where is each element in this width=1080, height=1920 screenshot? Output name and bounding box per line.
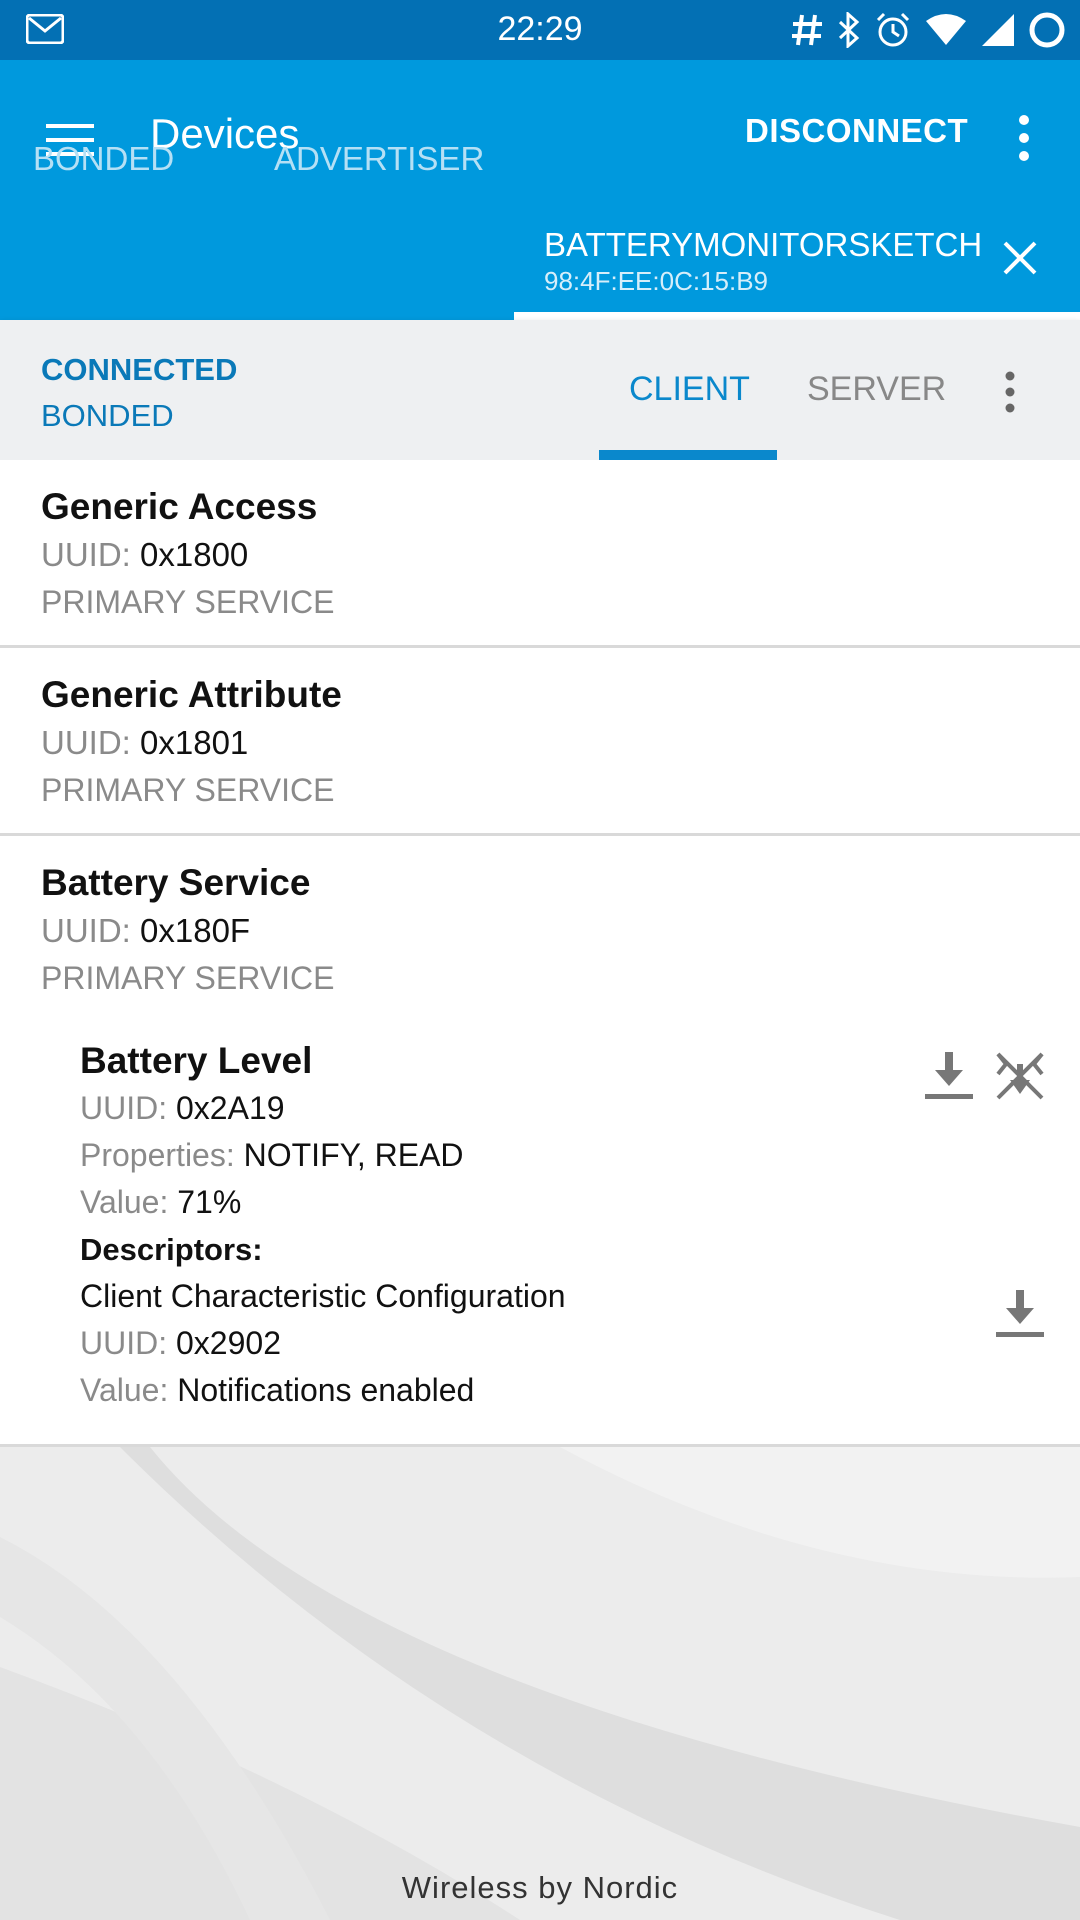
descriptors-heading: Descriptors: bbox=[80, 1232, 263, 1267]
characteristic-uuid: UUID: 0x2A19 bbox=[80, 1090, 285, 1127]
device-address: 98:4F:EE:0C:15:B9 bbox=[544, 266, 769, 296]
uuid-value: 0x1800 bbox=[140, 536, 249, 573]
characteristic-value: Value: 71% bbox=[80, 1184, 241, 1221]
bond-state: BONDED bbox=[41, 398, 174, 433]
descriptor-uuid: UUID: 0x2902 bbox=[80, 1325, 281, 1362]
footer-brand: Wireless by Nordic bbox=[401, 1870, 679, 1905]
wifi-icon bbox=[924, 10, 968, 50]
uuid-value: 0x180F bbox=[140, 912, 251, 949]
bluetooth-icon bbox=[836, 10, 862, 50]
service-type: PRIMARY SERVICE bbox=[41, 960, 335, 996]
more-options-icon[interactable] bbox=[998, 368, 1022, 416]
client-tab-indicator bbox=[599, 450, 777, 460]
service-name: Generic Attribute bbox=[41, 674, 342, 715]
value-text: 71% bbox=[177, 1184, 242, 1220]
tab-client[interactable]: CLIENT bbox=[629, 370, 750, 409]
service-item[interactable]: Generic Attribute UUID: 0x1801 PRIMARY S… bbox=[0, 648, 1080, 836]
uuid-label: UUID: bbox=[80, 1325, 168, 1361]
uuid-label: UUID: bbox=[80, 1090, 168, 1126]
alarm-icon bbox=[874, 10, 912, 50]
uuid-value: 0x2902 bbox=[176, 1325, 281, 1361]
service-item[interactable]: Generic Access UUID: 0x1800 PRIMARY SERV… bbox=[0, 460, 1080, 648]
connection-header: CONNECTED BONDED CLIENT SERVER bbox=[0, 320, 1080, 460]
service-name: Battery Service bbox=[41, 862, 311, 903]
characteristic-properties: Properties: NOTIFY, READ bbox=[80, 1137, 464, 1174]
uuid-label: UUID: bbox=[41, 724, 131, 761]
service-name: Generic Access bbox=[41, 486, 318, 527]
screen: 22:29 Devices DISCONNECT BONDED ADVERTIS… bbox=[0, 0, 1080, 1920]
service-uuid: UUID: 0x1800 bbox=[41, 536, 248, 574]
tab-indicator bbox=[514, 312, 1080, 320]
status-bar: 22:29 bbox=[0, 0, 1080, 60]
app-bar: Devices DISCONNECT BONDED ADVERTISER BAT… bbox=[0, 60, 1080, 320]
service-uuid: UUID: 0x1801 bbox=[41, 724, 248, 762]
read-download-icon[interactable] bbox=[921, 1048, 977, 1104]
tab-advertiser[interactable]: ADVERTISER bbox=[274, 140, 484, 178]
tab-bonded[interactable]: BONDED bbox=[33, 140, 174, 178]
device-name: BATTERYMONITORSKETCH bbox=[544, 226, 983, 263]
properties-value: NOTIFY, READ bbox=[243, 1137, 464, 1173]
sync-icon bbox=[1028, 10, 1066, 50]
uuid-value: 0x1801 bbox=[140, 724, 249, 761]
uuid-value: 0x2A19 bbox=[176, 1090, 285, 1126]
status-icons bbox=[790, 10, 1066, 50]
signal-icon bbox=[980, 10, 1016, 50]
service-uuid: UUID: 0x180F bbox=[41, 912, 250, 950]
connection-state: CONNECTED bbox=[41, 352, 238, 387]
descriptor-value: Value: Notifications enabled bbox=[80, 1372, 474, 1409]
value-text: Notifications enabled bbox=[177, 1372, 475, 1408]
value-label: Value: bbox=[80, 1184, 169, 1220]
tab-device[interactable]: BATTERYMONITORSKETCH 98:4F:EE:0C:15:B9 bbox=[514, 60, 1080, 320]
tab-server[interactable]: SERVER bbox=[807, 370, 946, 409]
uuid-label: UUID: bbox=[41, 536, 131, 573]
descriptor-name: Client Characteristic Configuration bbox=[80, 1278, 566, 1314]
properties-label: Properties: bbox=[80, 1137, 235, 1173]
read-download-icon[interactable] bbox=[992, 1286, 1048, 1342]
service-item[interactable]: Battery Service UUID: 0x180F PRIMARY SER… bbox=[0, 836, 1080, 1447]
close-tab-icon[interactable] bbox=[1000, 238, 1040, 278]
service-type: PRIMARY SERVICE bbox=[41, 584, 335, 620]
notify-disabled-icon[interactable] bbox=[992, 1048, 1048, 1104]
value-label: Value: bbox=[80, 1372, 169, 1408]
service-type: PRIMARY SERVICE bbox=[41, 772, 335, 808]
characteristic-name: Battery Level bbox=[80, 1040, 313, 1081]
hash-icon bbox=[790, 10, 824, 50]
footer-background bbox=[0, 1447, 1080, 1920]
uuid-label: UUID: bbox=[41, 912, 131, 949]
